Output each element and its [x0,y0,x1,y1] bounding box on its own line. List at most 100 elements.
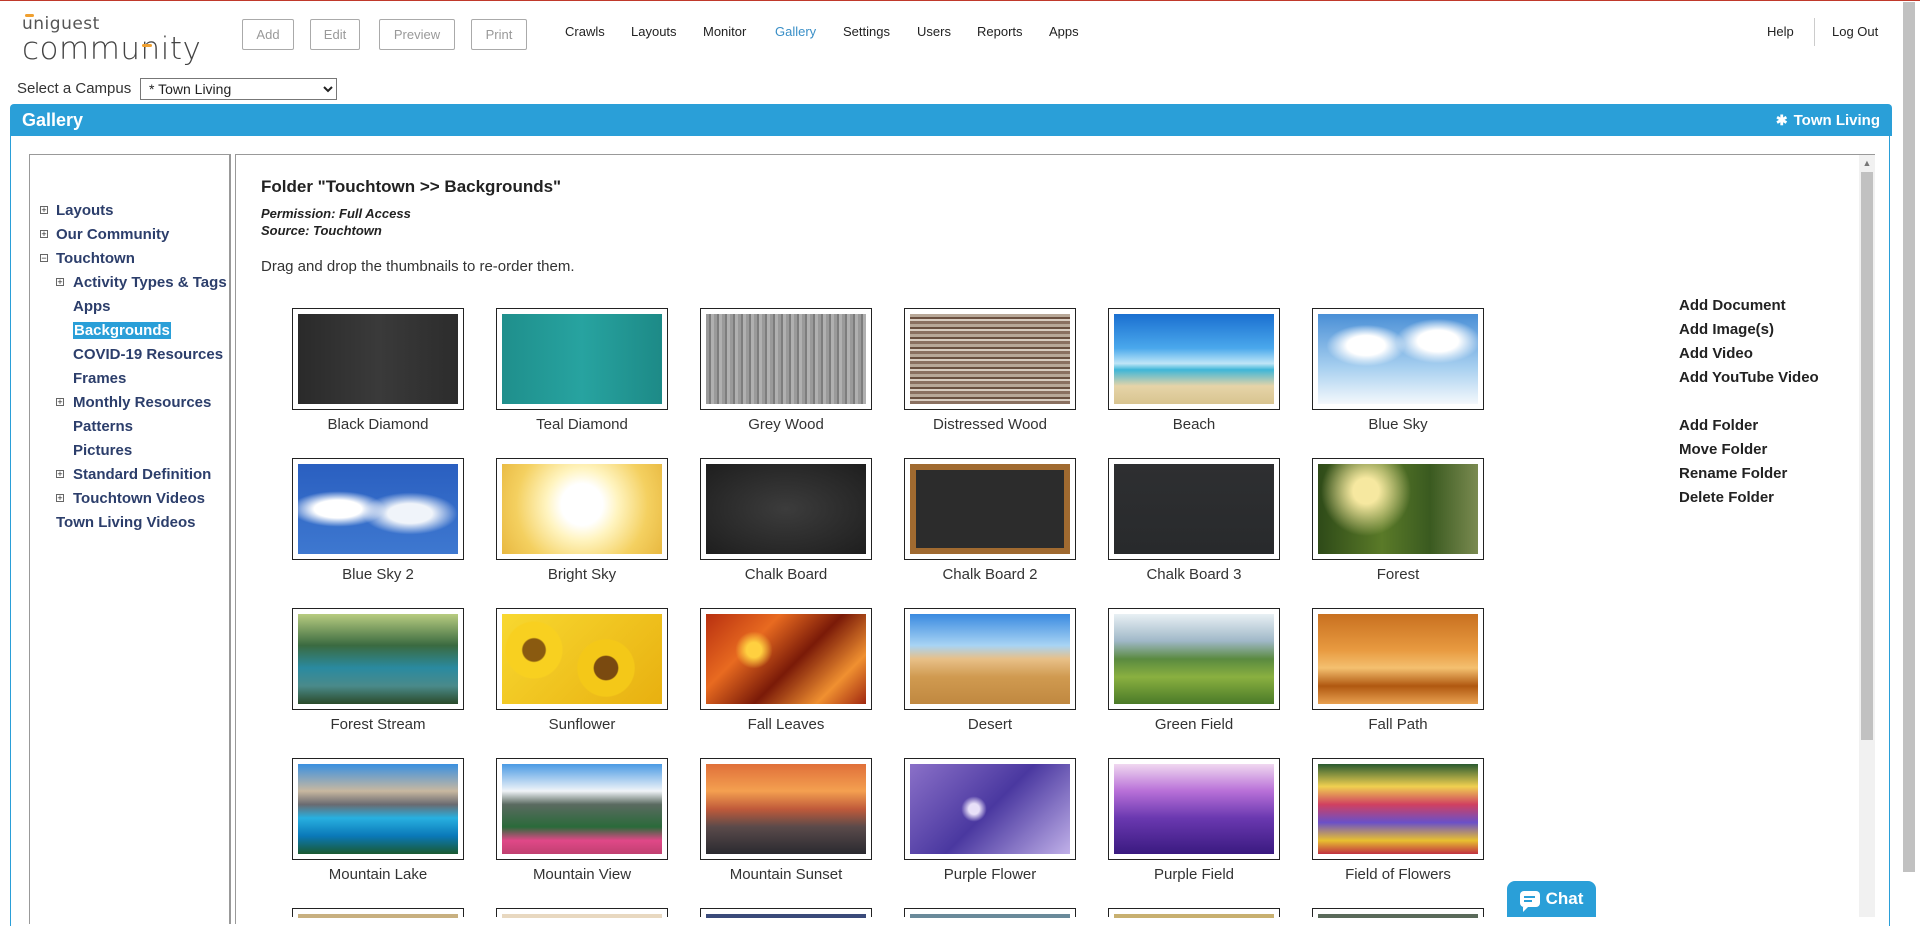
thumbnail-green-field[interactable] [1108,608,1280,710]
thumbnail-desert[interactable] [904,608,1076,710]
thumbnail-distressed-wood[interactable] [904,308,1076,410]
tree-item-our-community[interactable]: Our Community [56,226,169,243]
tree-item-standard-definition[interactable]: Standard Definition [73,466,211,483]
thumbnail-field-of-flowers[interactable] [1312,758,1484,860]
thumbnail-purple-flower[interactable] [904,758,1076,860]
tree-expander-monthly-resources-icon[interactable]: + [56,398,64,407]
thumbnail-sunflower[interactable] [496,608,668,710]
nav-apps[interactable]: Apps [1049,24,1079,39]
thumbnail-image-teal-diamond [502,314,662,404]
thumbnail-partial[interactable] [292,908,464,918]
tree-item-apps[interactable]: Apps [73,298,111,315]
add-folder-link[interactable]: Add Folder [1679,417,1758,434]
folder-source: Source: Touchtown [261,223,382,238]
thumbnail-teal-diamond[interactable] [496,308,668,410]
thumbnail-bright-sky[interactable] [496,458,668,560]
tree-item-monthly-resources[interactable]: Monthly Resources [73,394,211,411]
tree-item-layouts[interactable]: Layouts [56,202,114,219]
thumbnail-fall-path[interactable] [1312,608,1484,710]
thumbnail-image-field-of-flowers [1318,764,1478,854]
nav-users[interactable]: Users [917,24,951,39]
thumbnail-fall-leaves[interactable] [700,608,872,710]
thumbnail-image-blue-sky-2 [298,464,458,554]
tree-expander-standard-definition-icon[interactable]: + [56,470,64,479]
thumbnail-forest-stream[interactable] [292,608,464,710]
thumbnail-chalk-board-3[interactable] [1108,458,1280,560]
thumbnail-label: Bright Sky [547,566,617,583]
tree-expander-touchtown-videos-icon[interactable]: + [56,494,64,503]
thumbnail-mountain-sunset[interactable] [700,758,872,860]
thumbnail-forest[interactable] [1312,458,1484,560]
gallery-campus[interactable]: ✱ Town Living [1776,112,1880,129]
thumbnail-black-diamond[interactable] [292,308,464,410]
preview-button[interactable]: Preview [379,19,455,50]
thumbnail-purple-field[interactable] [1108,758,1280,860]
scroll-up-arrow-icon[interactable]: ▲ [1859,156,1875,170]
tree-item-covid-19-resources[interactable]: COVID-19 Resources [73,346,223,363]
tree-expander-touchtown-icon[interactable]: − [40,254,48,263]
tree-item-town-living-videos[interactable]: Town Living Videos [56,514,195,531]
thumbnail-mountain-view[interactable] [496,758,668,860]
tree-item-pictures[interactable]: Pictures [73,442,132,459]
tree-item-activity-types-tags[interactable]: Activity Types & Tags [73,274,227,291]
thumbnail-partial[interactable] [1312,908,1484,918]
nav-layouts[interactable]: Layouts [631,24,677,39]
tree-expander-our-community-icon[interactable]: + [40,230,48,239]
add-button[interactable]: Add [242,19,294,50]
thumbnail-partial[interactable] [1108,908,1280,918]
add-image-s-link[interactable]: Add Image(s) [1679,321,1774,338]
thumbnail-mountain-lake[interactable] [292,758,464,860]
thumbnail-blue-sky[interactable] [1312,308,1484,410]
add-youtube-video-link[interactable]: Add YouTube Video [1679,369,1819,386]
tree-expander-activity-types-tags-icon[interactable]: + [56,278,64,287]
uniguest-community-logo[interactable]: uniguest community [22,12,201,67]
nav-monitor[interactable]: Monitor [703,24,746,39]
thumbnail-label: Teal Diamond [536,416,628,433]
asterisk-icon: ✱ [1775,112,1788,128]
gallery-header-bar: Gallery ✱ Town Living [10,104,1892,136]
nav-settings[interactable]: Settings [843,24,890,39]
campus-select[interactable]: * Town Living [140,78,337,100]
thumbnail-label: Purple Flower [943,866,1037,883]
edit-button[interactable]: Edit [310,19,360,50]
thumbnail-beach[interactable] [1108,308,1280,410]
thumbnail-image-beach [1114,314,1274,404]
delete-folder-link[interactable]: Delete Folder [1679,489,1774,506]
thumbnail-grey-wood[interactable] [700,308,872,410]
thumbnail-partial-image [1114,914,1274,918]
chat-button[interactable]: Chat [1507,881,1596,917]
nav-reports[interactable]: Reports [977,24,1023,39]
logout-link[interactable]: Log Out [1832,24,1878,39]
tree-item-patterns[interactable]: Patterns [73,418,133,435]
move-folder-link[interactable]: Move Folder [1679,441,1767,458]
tree-expander-layouts-icon[interactable]: + [40,206,48,215]
help-link[interactable]: Help [1767,24,1794,39]
print-button[interactable]: Print [471,19,527,50]
thumbnail-label: Beach [1172,416,1216,433]
nav-gallery[interactable]: Gallery [775,24,816,39]
thumbnail-image-sunflower [502,614,662,704]
thumbnail-image-fall-leaves [706,614,866,704]
page-scroll-thumb[interactable] [1903,2,1915,872]
chat-bubble-icon [1519,891,1540,912]
rename-folder-link[interactable]: Rename Folder [1679,465,1787,482]
add-video-link[interactable]: Add Video [1679,345,1753,362]
thumbnail-label: Black Diamond [327,416,429,433]
thumbnail-label: Grey Wood [748,416,824,433]
add-document-link[interactable]: Add Document [1679,297,1786,314]
tree-item-touchtown[interactable]: Touchtown [56,250,135,267]
content-scroll-thumb[interactable] [1861,172,1873,740]
thumbnail-image-chalk-board-3 [1114,464,1274,554]
thumbnail-partial[interactable] [904,908,1076,918]
thumbnail-partial[interactable] [700,908,872,918]
nav-crawls[interactable]: Crawls [565,24,605,39]
thumbnail-partial[interactable] [496,908,668,918]
thumbnail-blue-sky-2[interactable] [292,458,464,560]
thumbnail-chalk-board-2[interactable] [904,458,1076,560]
tree-item-frames[interactable]: Frames [73,370,126,387]
folder-tree-pane [29,154,231,924]
thumbnail-chalk-board[interactable] [700,458,872,560]
tree-item-touchtown-videos[interactable]: Touchtown Videos [73,490,205,507]
tree-item-backgrounds[interactable]: Backgrounds [73,322,171,339]
thumbnail-image-mountain-lake [298,764,458,854]
